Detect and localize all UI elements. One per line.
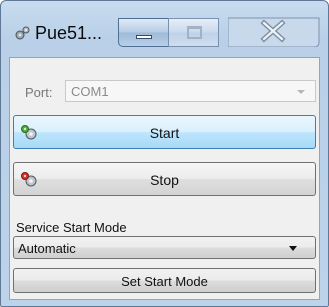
set-start-mode-button[interactable]: Set Start Mode — [13, 268, 316, 293]
stop-button[interactable]: Stop — [13, 162, 316, 196]
maximize-icon — [187, 26, 202, 39]
service-gear-icon — [15, 26, 30, 40]
chevron-down-icon — [289, 246, 297, 251]
port-select[interactable]: COM1 — [65, 80, 316, 102]
minimize-button[interactable] — [118, 18, 169, 47]
main-panel: Port: COM1 Start Stop Service Start Mode… — [9, 57, 320, 300]
start-mode-select[interactable]: Automatic — [13, 236, 316, 259]
service-start-mode-label: Service Start Mode — [16, 220, 127, 235]
maximize-button[interactable] — [168, 18, 219, 47]
chevron-down-icon — [297, 90, 305, 94]
app-window: Pue51... Port: COM1 Start Stop Service S… — [0, 0, 329, 307]
title-bar[interactable]: Pue51... — [1, 1, 328, 51]
start-mode-value: Automatic — [18, 241, 76, 256]
port-label: Port: — [25, 85, 53, 100]
window-title: Pue51... — [35, 23, 103, 43]
set-start-mode-label: Set Start Mode — [121, 274, 208, 289]
start-button[interactable]: Start — [13, 115, 316, 149]
port-value: COM1 — [71, 84, 109, 99]
stop-label: Stop — [150, 172, 179, 188]
minimize-icon — [136, 35, 152, 39]
start-label: Start — [149, 125, 180, 141]
close-button[interactable] — [228, 1, 320, 47]
